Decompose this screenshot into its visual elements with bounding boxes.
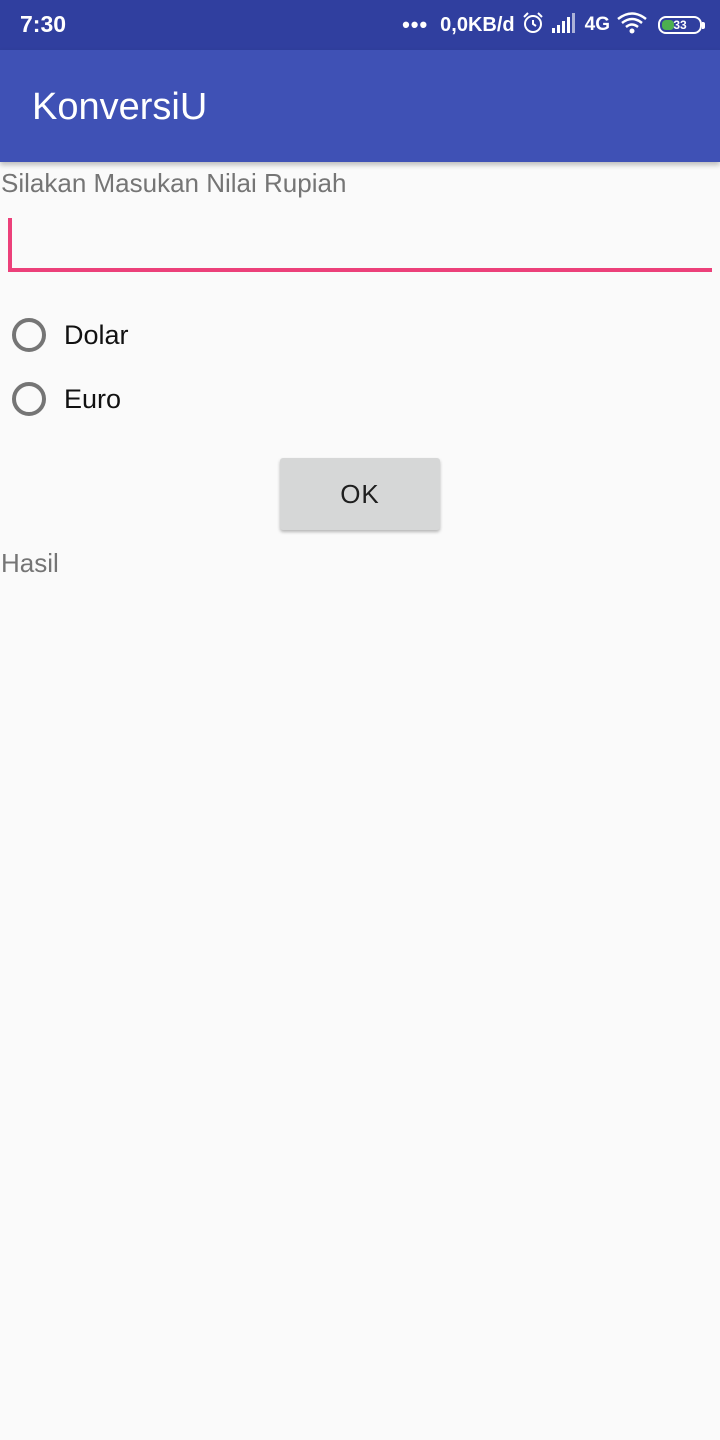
alarm-icon (521, 11, 545, 40)
ok-button[interactable]: OK (280, 458, 440, 530)
radio-label-euro: Euro (64, 383, 122, 414)
text-cursor (8, 218, 12, 270)
radio-label-dolar: Dolar (64, 319, 129, 350)
signal-icon (551, 12, 579, 38)
rupiah-input[interactable] (8, 216, 712, 272)
result-label: Hasil (1, 548, 59, 578)
rupiah-prompt-label: Silakan Masukan Nilai Rupiah (1, 168, 347, 198)
radio-euro[interactable]: Euro (12, 377, 121, 421)
battery-icon: 33 (658, 16, 705, 34)
wifi-icon (616, 11, 648, 39)
status-icons: ••• 0,0KB/d 4G 33 (402, 10, 705, 40)
rupiah-input-container (8, 216, 712, 278)
status-bar: 7:30 ••• 0,0KB/d 4G 33 (0, 0, 720, 50)
radio-circle-euro[interactable] (12, 382, 46, 416)
net-speed: 0,0KB/d (440, 13, 515, 36)
status-time: 7:30 (20, 11, 67, 37)
network-type: 4G (584, 14, 610, 35)
radio-circle-dolar[interactable] (12, 318, 46, 352)
app-bar: KonversiU (0, 50, 720, 162)
app-title: KonversiU (32, 86, 208, 128)
battery-level: 33 (673, 18, 687, 32)
radio-dolar[interactable]: Dolar (12, 313, 129, 357)
more-dots-icon: ••• (402, 12, 429, 37)
